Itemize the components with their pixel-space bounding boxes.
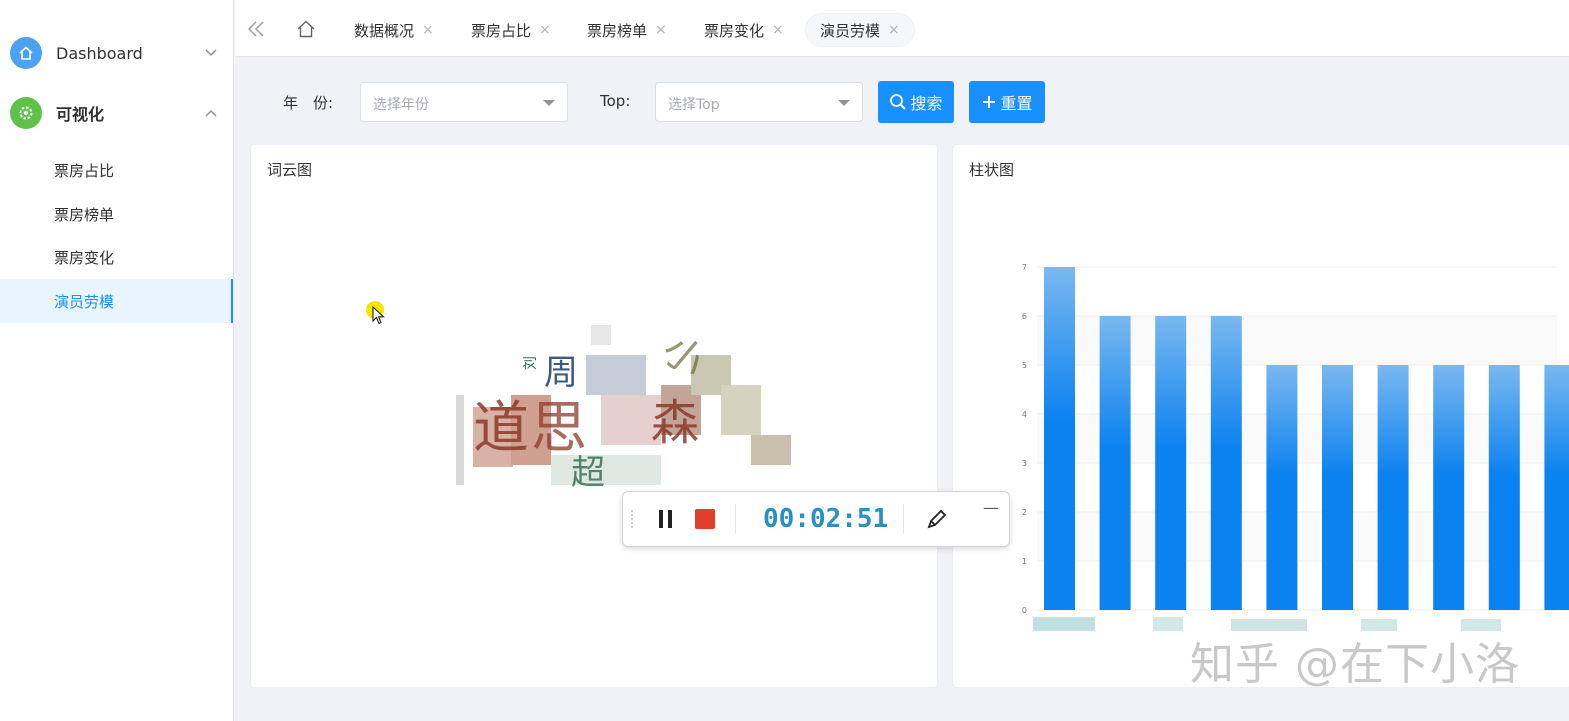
- tab-box-office-share[interactable]: 票房占比 ×: [471, 14, 551, 46]
- bar[interactable]: [1433, 365, 1465, 610]
- sidebar-item-actor-model[interactable]: 演员劳模: [0, 279, 233, 323]
- sidebar-item-box-office-share[interactable]: 票房占比: [0, 148, 233, 192]
- y-tick-label: 0: [1022, 606, 1027, 615]
- watermark: 知乎 @在下小洛: [1190, 639, 1520, 690]
- year-select[interactable]: 选择年份: [360, 82, 568, 122]
- caret-down-icon: [543, 100, 555, 106]
- close-icon[interactable]: ×: [888, 22, 900, 38]
- menu-visual-label: 可视化: [56, 105, 105, 124]
- y-tick-label: 7: [1022, 263, 1027, 272]
- menu-dashboard[interactable]: Dashboard: [0, 29, 233, 77]
- stop-icon[interactable]: [695, 509, 715, 529]
- tabs-bar: 数据概况 × 票房占比 × 票房榜单 × 票房变化 × 演员劳模 ×: [235, 0, 1569, 57]
- y-tick-label: 1: [1022, 557, 1027, 566]
- wordcloud-card: 词云图 周 道 思 森 超 小 刘: [250, 144, 938, 688]
- wordcloud-word: 道: [473, 396, 529, 461]
- grid-band: [1037, 267, 1557, 316]
- divider: [903, 504, 904, 534]
- sidebar: Dashboard 可视化 票房占比 票房榜单 票房变化 演员劳模: [0, 0, 234, 721]
- sidebar-item-box-office-ranking[interactable]: 票房榜单: [0, 192, 233, 236]
- bar[interactable]: [1377, 365, 1409, 610]
- y-tick-label: 6: [1022, 312, 1027, 321]
- menu-dashboard-label: Dashboard: [56, 43, 143, 63]
- year-select-placeholder: 选择年份: [373, 97, 429, 113]
- home-icon[interactable]: [295, 18, 317, 40]
- y-tick-label: 3: [1022, 459, 1027, 468]
- x-label-blurred: [1033, 617, 1095, 631]
- bar-chart: 0 1 2 3 4 5 6 7: [1022, 263, 1569, 631]
- tab-box-office-ranking[interactable]: 票房榜单 ×: [587, 14, 667, 46]
- bar[interactable]: [1155, 316, 1187, 610]
- bar[interactable]: [1210, 316, 1242, 610]
- reset-button-label: 重置: [1000, 94, 1033, 113]
- caret-down-icon: [838, 100, 850, 106]
- tab-box-office-change[interactable]: 票房变化 ×: [704, 14, 784, 46]
- search-button-label: 搜索: [910, 94, 943, 113]
- tab-actor-model[interactable]: 演员劳模 ×: [806, 14, 914, 46]
- year-label: 年 份:: [283, 94, 334, 112]
- bar[interactable]: [1544, 365, 1569, 610]
- bar[interactable]: [1266, 365, 1298, 610]
- search-button[interactable]: 搜索: [878, 81, 954, 123]
- pen-icon[interactable]: [925, 507, 949, 531]
- top-label: Top:: [600, 92, 631, 110]
- recording-timer: 00:02:51: [763, 504, 889, 534]
- y-tick-label: 4: [1022, 410, 1027, 419]
- chevron-up-icon: [205, 106, 217, 120]
- y-tick-label: 2: [1022, 508, 1027, 517]
- close-icon[interactable]: ×: [422, 22, 434, 38]
- minimize-button[interactable]: —: [983, 498, 999, 517]
- bar[interactable]: [1099, 316, 1131, 610]
- sidebar-item-label: 演员劳模: [54, 292, 115, 311]
- sidebar-item-label: 票房榜单: [54, 205, 115, 224]
- tab-label: 票房占比: [471, 21, 532, 40]
- sidebar-item-label: 票房占比: [54, 161, 115, 180]
- search-icon: [890, 94, 907, 110]
- reset-button[interactable]: 重置: [969, 81, 1045, 123]
- screen-recorder-widget: 00:02:51 —: [622, 491, 1010, 547]
- divider: [735, 504, 736, 534]
- top-select-placeholder: 选择Top: [668, 97, 720, 113]
- tab-data-overview[interactable]: 数据概况 ×: [354, 14, 434, 46]
- tab-label: 数据概况: [354, 21, 415, 40]
- chevron-down-icon: [205, 46, 217, 60]
- close-icon[interactable]: ×: [655, 22, 667, 38]
- cursor-icon: [372, 306, 385, 325]
- menu-visual[interactable]: 可视化: [0, 89, 233, 137]
- x-label-blurred: [1153, 617, 1183, 631]
- wordcloud-word: 森: [651, 395, 700, 451]
- tab-label: 演员劳模: [820, 21, 881, 40]
- bar[interactable]: [1322, 365, 1353, 610]
- gear-icon: [10, 97, 42, 129]
- double-chevron-left-icon[interactable]: [245, 18, 267, 40]
- barchart-card: 柱状图 01234567: [952, 144, 1569, 688]
- sidebar-item-label: 票房变化: [54, 248, 115, 267]
- wordcloud-title: 词云图: [267, 161, 313, 179]
- tab-label: 票房榜单: [587, 21, 648, 40]
- wordcloud-word: 刘: [523, 356, 539, 370]
- sidebar-item-box-office-change[interactable]: 票房变化: [0, 235, 233, 279]
- wordcloud-word: 超: [571, 453, 605, 493]
- home-icon: [10, 37, 42, 69]
- tab-label: 票房变化: [704, 21, 765, 40]
- bar[interactable]: [1044, 267, 1075, 610]
- pause-icon[interactable]: [659, 510, 673, 528]
- y-tick-label: 5: [1022, 361, 1027, 370]
- close-icon[interactable]: ×: [772, 22, 784, 38]
- close-icon[interactable]: ×: [539, 22, 551, 38]
- bar[interactable]: [1488, 365, 1520, 610]
- plus-icon: [983, 96, 996, 108]
- drag-handle[interactable]: [631, 510, 637, 528]
- top-select[interactable]: 选择Top: [655, 82, 863, 122]
